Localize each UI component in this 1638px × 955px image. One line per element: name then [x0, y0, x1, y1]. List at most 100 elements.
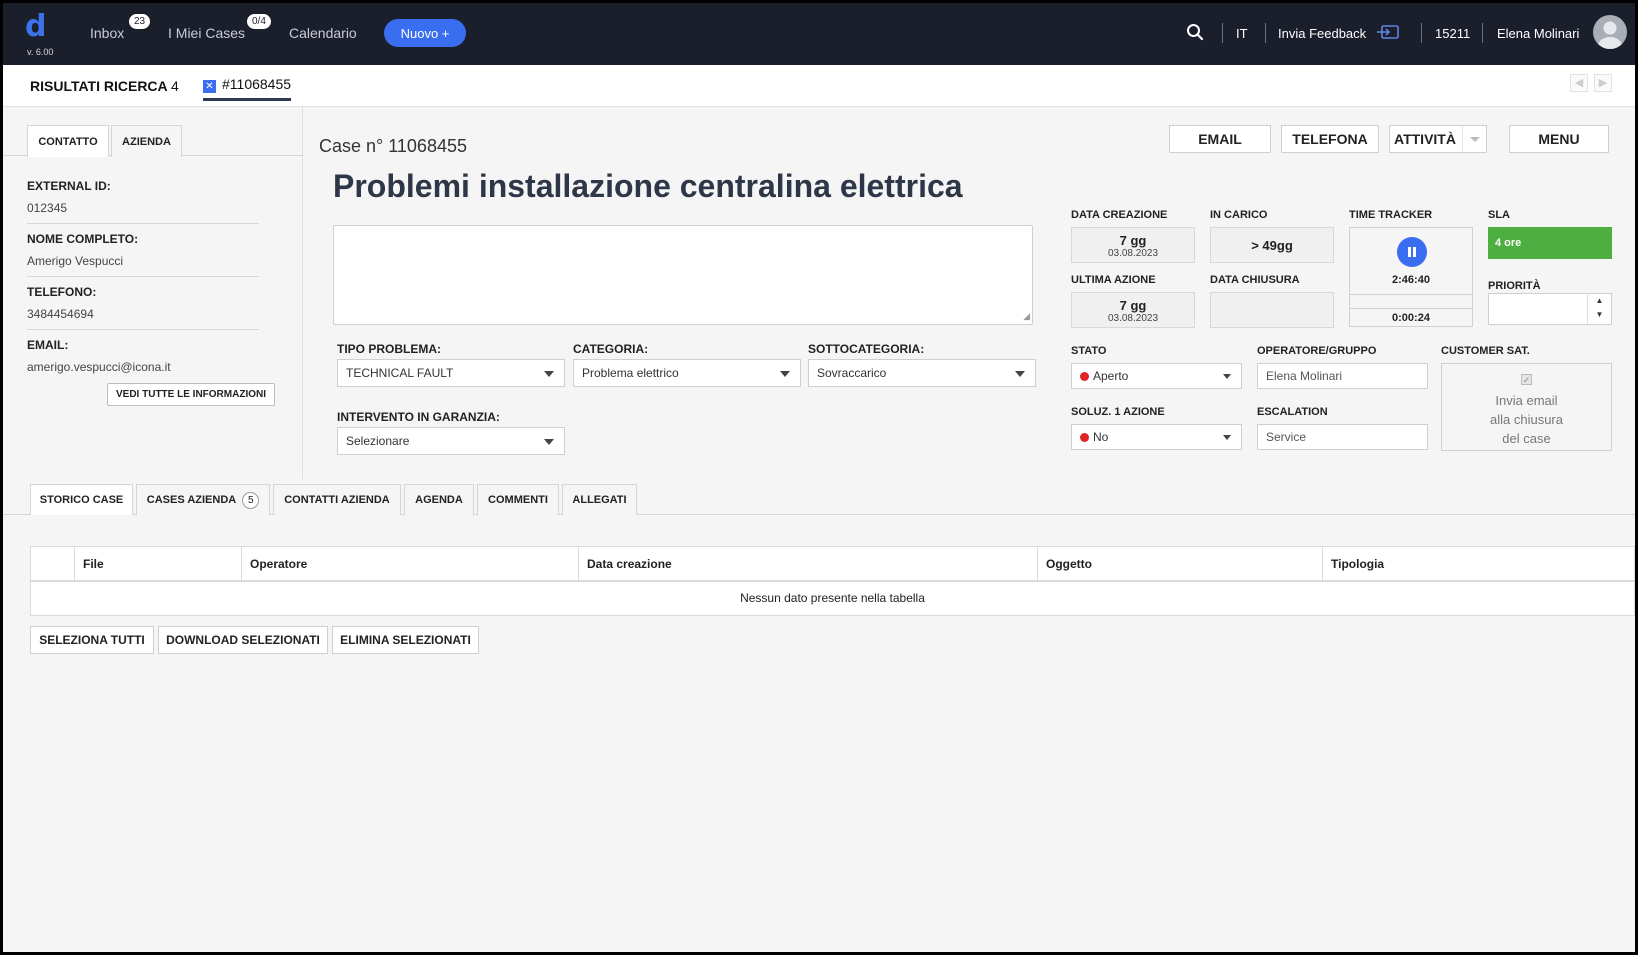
feedback-link[interactable]: Invia Feedback	[1278, 26, 1366, 41]
feedback-icon[interactable]	[1376, 24, 1400, 47]
warranty-select[interactable]: Selezionare	[337, 427, 565, 455]
divider	[1350, 294, 1472, 295]
column-header-oggetto[interactable]: Oggetto	[1038, 547, 1323, 582]
divider	[27, 276, 259, 277]
inbox-badge: 23	[128, 13, 152, 30]
csat-checkbox[interactable]: ✓	[1521, 374, 1532, 385]
status-label: STATO	[1071, 345, 1107, 357]
priority-input[interactable]: ▲ ▼	[1488, 293, 1612, 325]
tab-cases-azienda-label: CASES AZIENDA	[146, 494, 237, 506]
phone-value: 3484454694	[27, 307, 94, 321]
case-tab-label: #11068455	[222, 76, 292, 92]
tracker-current: 0:00:24	[1392, 312, 1430, 324]
activity-button[interactable]: ATTIVITÀ	[1389, 125, 1487, 153]
menu-button[interactable]: MENU	[1509, 125, 1609, 153]
search-icon[interactable]	[1186, 23, 1204, 46]
category-select[interactable]: Problema elettrico	[573, 359, 801, 387]
user-id: 15211	[1435, 26, 1471, 41]
close-icon[interactable]: ✕	[203, 80, 216, 93]
nav-calendar[interactable]: Calendario	[289, 25, 357, 41]
subcategory-select[interactable]: Sovraccarico	[808, 359, 1036, 387]
user-name[interactable]: Elena Molinari	[1497, 26, 1579, 41]
escalation-field[interactable]: Service	[1257, 424, 1428, 450]
divider	[1350, 308, 1472, 309]
app-window: d v. 6.00 Inbox 23 I Miei Cases 0/4 Cale…	[3, 3, 1635, 952]
category-value: Problema elettrico	[582, 366, 679, 380]
tab-storico-case[interactable]: STORICO CASE	[30, 484, 133, 515]
closed-box	[1210, 292, 1334, 328]
chevron-down-icon[interactable]: ▼	[1588, 308, 1611, 322]
tab-contatto[interactable]: CONTATTO	[27, 125, 109, 157]
warranty-label: INTERVENTO IN GARANZIA:	[337, 410, 500, 424]
language-selector[interactable]: IT	[1236, 26, 1248, 41]
next-arrow-icon[interactable]: ▶	[1594, 74, 1612, 92]
attachments-table: File Operatore Data creazione Oggetto Ti…	[30, 546, 1635, 616]
tab-agenda[interactable]: AGENDA	[404, 484, 474, 515]
prev-arrow-icon[interactable]: ◀	[1570, 74, 1588, 92]
app-logo[interactable]: d	[25, 9, 46, 44]
pause-icon[interactable]	[1397, 237, 1427, 267]
case-number: Case n° 11068455	[319, 136, 467, 156]
divider	[27, 329, 259, 330]
chevron-up-icon[interactable]: ▲	[1588, 294, 1611, 308]
download-selected-button[interactable]: DOWNLOAD SELEZIONATI	[158, 626, 328, 654]
separator	[1265, 23, 1266, 43]
tab-cases-azienda[interactable]: CASES AZIENDA 5	[136, 484, 270, 515]
column-header-tipologia[interactable]: Tipologia	[1323, 547, 1634, 582]
csat-line3: del case	[1502, 431, 1551, 446]
column-header-operatore[interactable]: Operatore	[242, 547, 579, 582]
email-button[interactable]: EMAIL	[1169, 125, 1271, 153]
cases-count-badge: 5	[242, 492, 260, 509]
view-all-info-button[interactable]: VEDI TUTTE LE INFORMAZIONI	[107, 383, 275, 406]
avatar[interactable]	[1593, 15, 1627, 49]
status-select[interactable]: Aperto	[1071, 363, 1242, 389]
nav-inbox[interactable]: Inbox	[90, 25, 124, 41]
status-value: Aperto	[1093, 369, 1129, 383]
description-textarea[interactable]: ◢	[333, 225, 1033, 325]
subcategory-value: Sovraccarico	[817, 366, 887, 380]
separator	[1421, 23, 1422, 43]
phone-button[interactable]: TELEFONA	[1281, 125, 1379, 153]
last-action-days: 7 gg	[1119, 298, 1147, 313]
subcategory-label: SOTTOCATEGORIA:	[808, 342, 925, 356]
chevron-down-icon	[544, 371, 554, 377]
tab-contatti-azienda[interactable]: CONTATTI AZIENDA	[273, 484, 401, 515]
time-tracker: 2:46:40 0:00:24	[1349, 227, 1473, 327]
resize-grip-icon[interactable]: ◢	[1023, 311, 1030, 322]
column-header-data-creazione[interactable]: Data creazione	[579, 547, 1038, 582]
problem-type-select[interactable]: TECHNICAL FAULT	[337, 359, 565, 387]
tracker-total: 2:46:40	[1392, 274, 1430, 286]
chevron-down-icon	[1015, 371, 1025, 377]
select-all-button[interactable]: SELEZIONA TUTTI	[30, 626, 154, 654]
divider	[27, 223, 259, 224]
tab-azienda[interactable]: AZIENDA	[111, 125, 182, 157]
results-label: RISULTATI RICERCA	[30, 78, 168, 94]
assigned-box: > 49gg	[1210, 227, 1334, 263]
last-action-box: 7 gg 03.08.2023	[1071, 292, 1195, 328]
escalation-label: ESCALATION	[1257, 406, 1328, 418]
top-navbar: d v. 6.00 Inbox 23 I Miei Cases 0/4 Cale…	[3, 3, 1635, 65]
created-label: DATA CREAZIONE	[1071, 209, 1168, 221]
column-header-file[interactable]: File	[75, 547, 242, 582]
delete-selected-button[interactable]: ELIMINA SELEZIONATI	[332, 626, 479, 654]
operator-label: OPERATORE/GRUPPO	[1257, 345, 1377, 357]
column-header-select[interactable]	[31, 547, 75, 582]
chevron-down-icon	[1462, 126, 1486, 152]
operator-field[interactable]: Elena Molinari	[1257, 363, 1428, 389]
case-tab[interactable]: ✕ #11068455	[203, 76, 292, 101]
problem-type-label: TIPO PROBLEMA:	[337, 342, 441, 356]
created-box: 7 gg 03.08.2023	[1071, 227, 1195, 263]
new-button[interactable]: Nuovo +	[384, 19, 466, 47]
case-title: Problemi installazione centralina elettr…	[333, 168, 963, 204]
email-value[interactable]: amerigo.vespucci@icona.it	[27, 360, 171, 374]
tab-allegati[interactable]: ALLEGATI	[562, 484, 637, 515]
first-solution-value: No	[1093, 430, 1109, 444]
created-days: 7 gg	[1119, 233, 1147, 248]
first-solution-select[interactable]: No	[1071, 424, 1242, 450]
priority-stepper[interactable]: ▲ ▼	[1587, 294, 1611, 324]
name-value: Amerigo Vespucci	[27, 254, 124, 268]
name-label: NOME COMPLETO:	[27, 232, 139, 246]
email-label: EMAIL:	[27, 338, 69, 352]
nav-my-cases[interactable]: I Miei Cases	[168, 25, 245, 41]
tab-commenti[interactable]: COMMENTI	[477, 484, 559, 515]
